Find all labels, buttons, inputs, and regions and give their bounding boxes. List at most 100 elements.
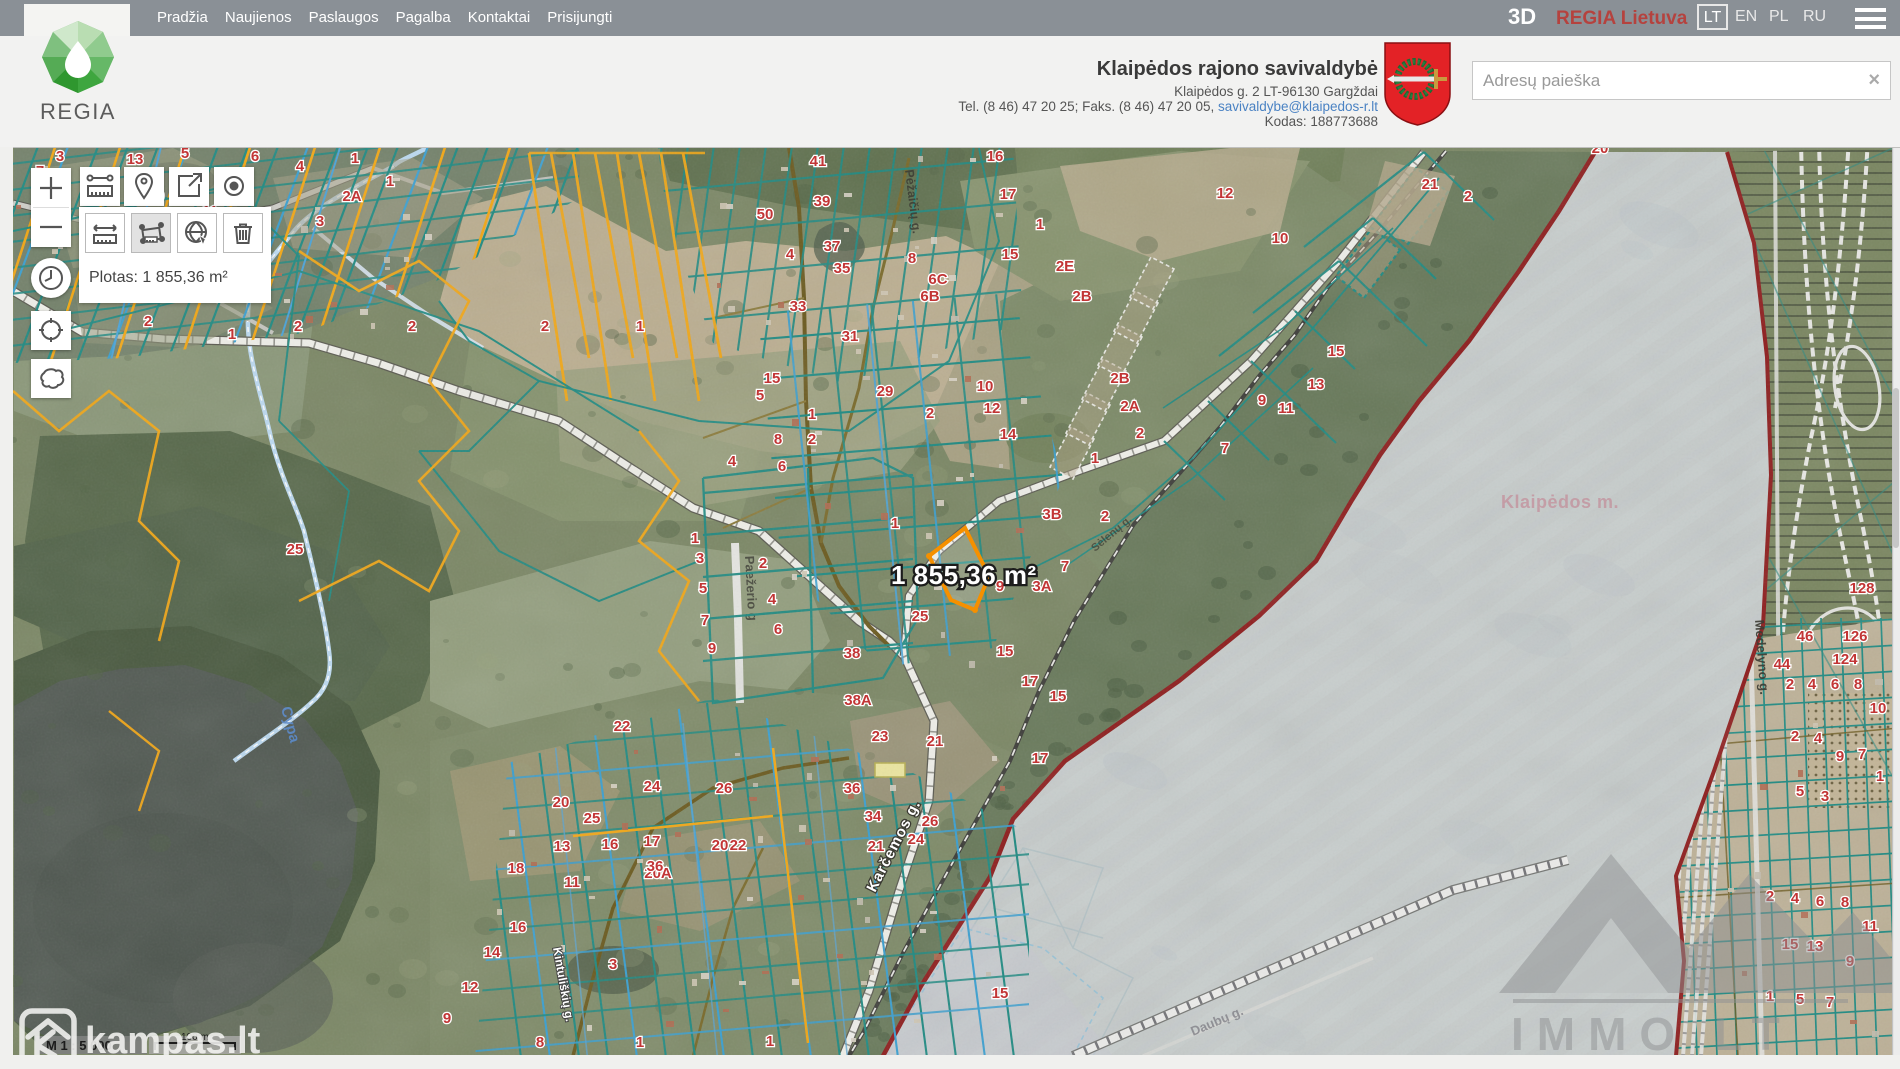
svg-text:1 855,36 m²: 1 855,36 m²: [891, 560, 1037, 590]
svg-text:12: 12: [1217, 185, 1234, 202]
svg-text:11: 11: [564, 874, 580, 891]
svg-text:15: 15: [764, 370, 781, 387]
svg-text:2: 2: [408, 318, 416, 335]
svg-text:6: 6: [251, 148, 259, 165]
svg-text:22: 22: [614, 718, 631, 735]
svg-text:1: 1: [691, 530, 699, 547]
svg-text:17: 17: [1022, 673, 1039, 690]
svg-text:2E: 2E: [1056, 258, 1074, 275]
svg-text:15: 15: [997, 643, 1014, 660]
svg-text:2: 2: [144, 313, 152, 330]
svg-text:3B: 3B: [1042, 506, 1061, 523]
svg-text:2: 2: [541, 318, 549, 335]
svg-text:5: 5: [699, 580, 707, 597]
svg-text:126: 126: [1842, 628, 1867, 645]
svg-text:2: 2: [1136, 425, 1144, 442]
svg-text:IMMO LT: IMMO LT: [1511, 1008, 1793, 1055]
svg-text:7: 7: [1061, 558, 1069, 575]
svg-text:20: 20: [1592, 148, 1609, 157]
svg-text:12: 12: [462, 979, 479, 996]
svg-text:7: 7: [1858, 746, 1866, 763]
svg-text:21: 21: [1422, 176, 1439, 193]
svg-text:50: 50: [757, 206, 774, 223]
svg-text:12: 12: [984, 400, 1001, 417]
svg-text:6: 6: [1831, 676, 1839, 693]
svg-text:1: 1: [228, 326, 236, 343]
svg-text:25: 25: [912, 608, 929, 625]
svg-text:16: 16: [602, 836, 619, 853]
svg-text:24: 24: [908, 831, 925, 848]
svg-text:1: 1: [1876, 768, 1884, 785]
svg-text:7: 7: [1221, 440, 1229, 457]
svg-text:2A: 2A: [342, 188, 361, 205]
svg-text:35: 35: [834, 260, 851, 277]
svg-text:5: 5: [756, 387, 764, 404]
svg-text:36: 36: [844, 780, 861, 797]
svg-text:5: 5: [1796, 783, 1804, 800]
svg-text:46: 46: [1797, 628, 1814, 645]
svg-text:16: 16: [987, 148, 1004, 165]
svg-text:20: 20: [553, 794, 570, 811]
svg-text:1: 1: [351, 150, 359, 167]
svg-text:REGIA: REGIA: [40, 99, 116, 124]
svg-text:16: 16: [510, 919, 527, 936]
svg-text:17: 17: [644, 833, 661, 850]
svg-text:13: 13: [554, 838, 571, 855]
svg-text:3: 3: [1821, 788, 1829, 805]
svg-text:38: 38: [844, 645, 861, 662]
svg-text:2: 2: [808, 431, 816, 448]
svg-text:128: 128: [1849, 580, 1874, 597]
svg-text:kampas.lt: kampas.lt: [85, 1020, 261, 1055]
svg-text:3: 3: [696, 550, 704, 567]
svg-text:23: 23: [872, 728, 889, 745]
svg-text:9: 9: [1258, 392, 1266, 409]
svg-text:4: 4: [1814, 730, 1823, 747]
svg-text:15: 15: [992, 985, 1009, 1002]
svg-text:9: 9: [1836, 748, 1844, 765]
svg-text:31: 31: [842, 328, 859, 345]
svg-text:4: 4: [296, 158, 305, 175]
svg-text:11: 11: [1278, 400, 1294, 417]
svg-text:41: 41: [810, 153, 827, 170]
svg-text:36: 36: [647, 858, 664, 875]
svg-text:1: 1: [766, 1033, 774, 1050]
svg-text:5: 5: [181, 148, 189, 162]
svg-text:21: 21: [868, 838, 885, 855]
svg-text:2: 2: [926, 405, 934, 422]
svg-text:4: 4: [728, 453, 737, 470]
svg-text:10: 10: [1870, 700, 1887, 717]
svg-text:4: 4: [1808, 676, 1817, 693]
svg-text:21: 21: [927, 733, 944, 750]
svg-text:37: 37: [824, 238, 841, 255]
svg-text:2B: 2B: [1072, 288, 1091, 305]
svg-text:13: 13: [1308, 376, 1325, 393]
svg-text:1: 1: [636, 318, 644, 335]
svg-text:17: 17: [1032, 750, 1049, 767]
svg-text:39: 39: [814, 193, 831, 210]
svg-text:10: 10: [977, 378, 994, 395]
svg-text:9: 9: [443, 1010, 451, 1027]
svg-text:8: 8: [1841, 894, 1849, 911]
svg-text:33: 33: [790, 298, 807, 315]
svg-text:2: 2: [1786, 676, 1794, 693]
svg-text:6: 6: [1816, 893, 1824, 910]
svg-text:2A: 2A: [1120, 398, 1139, 415]
svg-text:124: 124: [1832, 651, 1858, 668]
svg-text:15: 15: [1050, 688, 1067, 705]
svg-text:15: 15: [1328, 343, 1345, 360]
svg-text:24: 24: [644, 778, 661, 795]
svg-text:6C: 6C: [928, 271, 947, 288]
svg-text:26: 26: [716, 780, 733, 797]
svg-text:2: 2: [294, 318, 302, 335]
svg-text:44: 44: [1774, 656, 1791, 673]
svg-text:3: 3: [316, 213, 324, 230]
svg-text:4: 4: [768, 591, 777, 608]
svg-text:1: 1: [891, 515, 899, 532]
svg-text:4: 4: [786, 246, 795, 263]
svg-text:7: 7: [701, 612, 709, 629]
svg-text:1: 1: [808, 406, 816, 423]
svg-text:1: 1: [386, 173, 394, 190]
svg-text:15: 15: [1002, 246, 1019, 263]
svg-text:17: 17: [1000, 186, 1017, 203]
svg-text:1: 1: [636, 1034, 644, 1051]
